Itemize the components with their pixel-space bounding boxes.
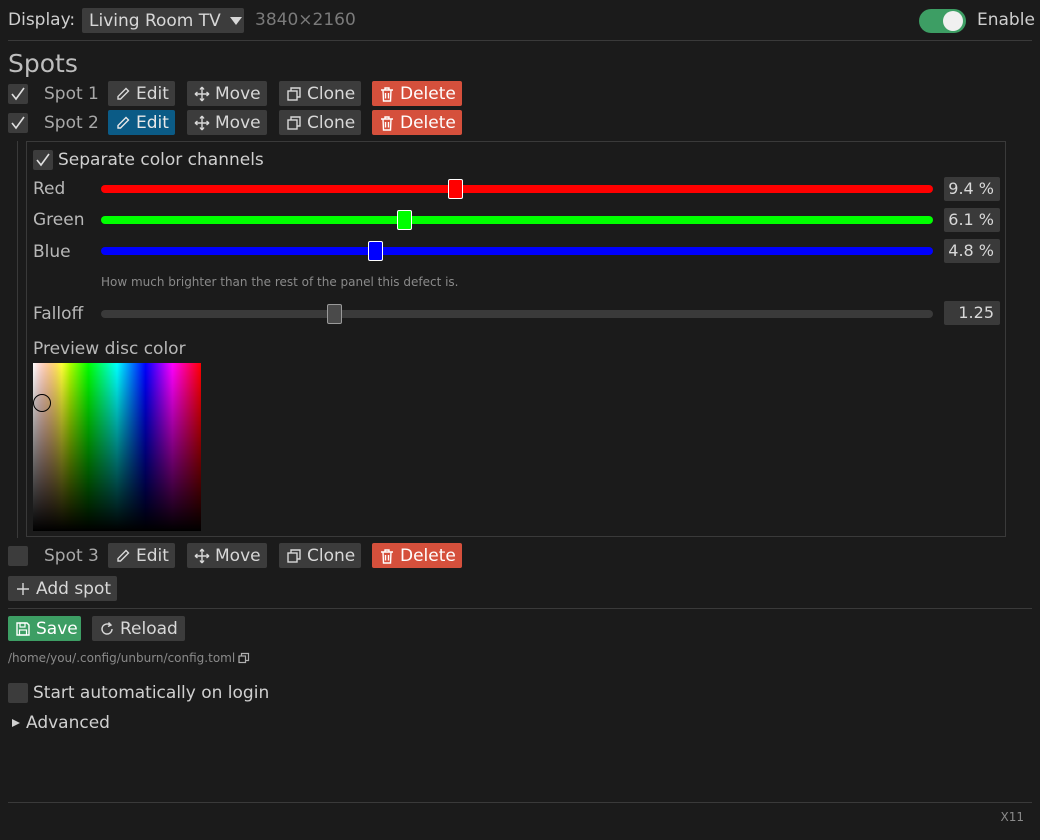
delete-label: Delete [400, 545, 456, 566]
separate-channels-label: Separate color channels [58, 150, 264, 170]
blue-slider-thumb[interactable] [368, 241, 383, 261]
trash-icon [381, 548, 393, 564]
spots-heading: Spots [8, 49, 78, 78]
delete-label: Delete [400, 112, 456, 133]
autostart-checkbox[interactable] [8, 683, 28, 703]
delete-label: Delete [400, 83, 456, 104]
spot-3-delete-button[interactable]: Delete [372, 543, 462, 568]
spot-2-checkbox[interactable] [8, 113, 28, 133]
move-label: Move [215, 83, 261, 104]
display-select[interactable]: Living Room TV [82, 8, 244, 33]
spot-3-checkbox[interactable] [8, 546, 28, 566]
spot-3-label: Spot 3 [44, 546, 99, 566]
spot-editor-indent-line [17, 141, 18, 538]
spot-1-label: Spot 1 [44, 84, 99, 104]
advanced-label: Advanced [26, 713, 110, 733]
add-spot-button[interactable]: Add spot [8, 576, 117, 601]
spot-2-clone-button[interactable]: Clone [279, 110, 361, 135]
enable-label: Enable [977, 10, 1035, 30]
trash-icon [381, 86, 393, 102]
spot-1-edit-button[interactable]: Edit [108, 81, 175, 106]
blue-value[interactable]: 4.8 % [944, 239, 1000, 263]
pencil-icon [117, 549, 130, 562]
save-label: Save [36, 618, 78, 639]
display-label: Display: [8, 10, 76, 30]
spot-3-move-button[interactable]: Move [187, 543, 267, 568]
display-select-value: Living Room TV [89, 10, 221, 31]
enable-toggle[interactable] [919, 9, 966, 33]
blue-slider-track[interactable] [101, 247, 933, 255]
plus-icon [17, 582, 29, 595]
config-path: /home/you/.config/unburn/config.toml [8, 651, 236, 665]
reload-label: Reload [120, 618, 178, 639]
spot-2-label: Spot 2 [44, 113, 99, 133]
falloff-value[interactable]: 1.25 [944, 301, 1000, 325]
red-label: Red [33, 179, 66, 199]
clone-label: Clone [307, 545, 356, 566]
spot-1-move-button[interactable]: Move [187, 81, 267, 106]
move-label: Move [215, 545, 261, 566]
spot-2-delete-button[interactable]: Delete [372, 110, 462, 135]
display-resolution: 3840×2160 [255, 10, 356, 30]
advanced-toggle[interactable]: Advanced [11, 713, 110, 733]
check-icon [11, 87, 25, 101]
move-arrows-icon [194, 86, 210, 101]
green-value[interactable]: 6.1 % [944, 208, 1000, 232]
save-button[interactable]: Save [8, 616, 81, 641]
red-slider-track[interactable] [101, 185, 933, 193]
spot-1-delete-button[interactable]: Delete [372, 81, 462, 106]
green-slider-track[interactable] [101, 216, 933, 224]
red-value[interactable]: 9.4 % [944, 177, 1000, 201]
autostart-label: Start automatically on login [33, 683, 270, 703]
floppy-disk-icon [16, 621, 30, 636]
reload-button[interactable]: Reload [92, 616, 185, 641]
falloff-label: Falloff [33, 304, 84, 324]
spot-3-edit-button[interactable]: Edit [108, 543, 175, 568]
pencil-icon [117, 116, 130, 129]
divider [8, 40, 1032, 41]
color-picker[interactable] [33, 363, 201, 531]
edit-label: Edit [136, 83, 169, 104]
divider [8, 608, 1032, 609]
falloff-slider-thumb[interactable] [327, 304, 342, 324]
spot-2-edit-button[interactable]: Edit [108, 110, 175, 135]
clone-label: Clone [307, 112, 356, 133]
enable-toggle-knob [943, 11, 963, 31]
caret-right-icon [12, 719, 20, 727]
spot-3-clone-button[interactable]: Clone [279, 543, 361, 568]
red-slider-thumb[interactable] [448, 179, 463, 199]
green-label: Green [33, 210, 85, 230]
pencil-icon [117, 87, 130, 100]
divider [8, 802, 1032, 803]
move-label: Move [215, 112, 261, 133]
trash-icon [381, 115, 393, 131]
backend-label: X11 [1000, 810, 1025, 824]
add-spot-label: Add spot [36, 578, 112, 599]
spot-2-move-button[interactable]: Move [187, 110, 267, 135]
spot-1-clone-button[interactable]: Clone [279, 81, 361, 106]
caret-down-icon [229, 16, 242, 25]
move-arrows-icon [194, 115, 210, 130]
reload-icon [101, 621, 113, 635]
check-icon [36, 153, 50, 167]
edit-label: Edit [136, 545, 169, 566]
preview-color-label: Preview disc color [33, 339, 186, 359]
clone-icon [287, 86, 301, 101]
color-picker-cursor[interactable] [33, 394, 51, 412]
spot-1-checkbox[interactable] [8, 84, 28, 104]
clone-label: Clone [307, 83, 356, 104]
clone-icon [287, 115, 301, 130]
falloff-slider-track[interactable] [101, 310, 933, 318]
separate-channels-checkbox[interactable] [33, 150, 53, 170]
blue-label: Blue [33, 242, 71, 262]
move-arrows-icon [194, 548, 210, 563]
green-slider-thumb[interactable] [397, 210, 412, 230]
check-icon [11, 116, 25, 130]
edit-label: Edit [136, 112, 169, 133]
clone-icon [287, 548, 301, 563]
brightness-hint: How much brighter than the rest of the p… [101, 275, 459, 289]
copy-icon[interactable] [238, 652, 250, 664]
